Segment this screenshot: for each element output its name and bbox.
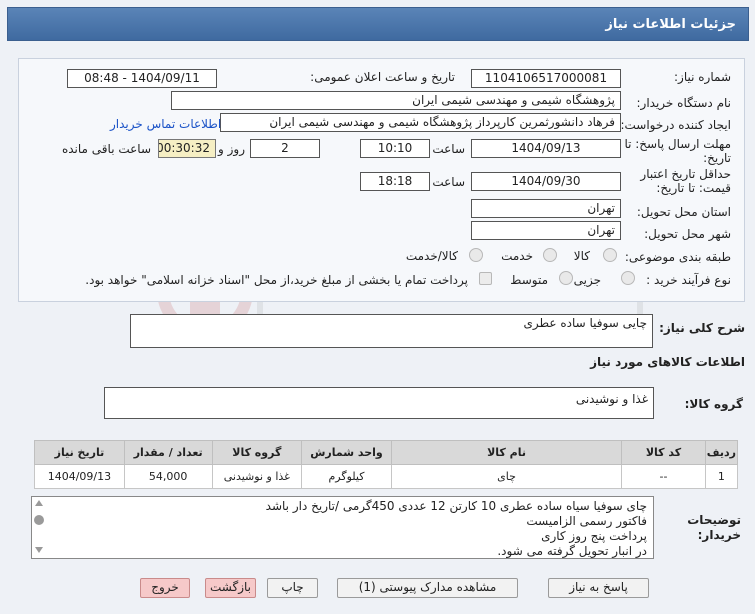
exit-button[interactable]: خروج [140,578,190,598]
cell-name: چای [390,464,623,489]
cell-group: غذا و نوشیدنی [211,464,303,489]
back-button[interactable]: بازگشت [205,578,256,598]
category-label: طبقه بندی موضوعی: [624,250,731,264]
category-radio-goods-service[interactable] [469,248,483,262]
col-header-row: ردیف [704,440,739,465]
province-field: تهران [471,199,621,218]
cell-unit: کیلوگرم [301,464,392,489]
need-number-label: شماره نیاز: [674,70,731,84]
province-label: استان محل تحویل: [636,205,731,219]
need-number-field: 1104106517000081 [471,69,621,88]
process-radio-medium[interactable] [559,271,573,285]
reply-deadline-label: مهلت ارسال پاسخ: تا [624,137,731,151]
scroll-up-icon[interactable] [35,500,43,506]
table-header-row: ردیف کد کالا نام کالا واحد شمارش گروه کا… [34,440,739,465]
buyer-notes-box[interactable]: چای سوفیا سیاه ساده عطری 10 کارتن 12 عدد… [31,496,654,559]
goods-table: ردیف کد کالا نام کالا واحد شمارش گروه کا… [34,440,739,489]
print-button[interactable]: چاپ [267,578,318,598]
validity-date-field: 1404/09/30 [471,172,621,191]
col-header-date: تاریخ نیاز [34,440,125,465]
reply-time-label: ساعت [432,142,465,156]
treasury-payment-checkbox[interactable] [479,272,492,285]
need-summary-field: چایی سوفیا ساده عطری [130,314,653,348]
col-header-group: گروه کالا [211,440,303,465]
process-option-minor: جزیی [573,273,601,287]
validity-time-label: ساعت [432,175,465,189]
buyer-contact-link[interactable]: اطلاعات تماس خریدار [110,117,221,131]
buyer-notes-label: توضیحات [687,513,741,527]
process-type-label: نوع فرآیند خرید : [646,273,731,287]
reply-time-field: 10:10 [360,139,430,158]
remaining-time-field: 00:30:32 [158,139,216,158]
category-option-service: خدمت [501,249,533,263]
goods-group-field: غذا و نوشیدنی [104,387,654,419]
need-summary-label: شرح کلی نیاز: [659,321,745,335]
process-option-medium: متوسط [510,273,548,287]
city-label: شهر محل تحویل: [644,227,731,241]
col-header-name: نام کالا [390,440,623,465]
price-validity-label-2: قیمت: تا تاریخ: [656,181,731,195]
treasury-payment-note: پرداخت تمام یا بخشی از مبلغ خرید،از محل … [85,273,468,287]
creator-label: ایجاد کننده درخواست: [620,118,731,132]
table-row: 1 -- چای کیلوگرم غذا و نوشیدنی 54,000 14… [34,464,739,489]
buyer-field: پژوهشگاه شیمی و مهندسی شیمی ایران [171,91,621,110]
col-header-unit: واحد شمارش [301,440,392,465]
scroll-thumb[interactable] [34,515,44,525]
category-radio-goods[interactable] [603,248,617,262]
page-title: جزئیات اطلاعات نیاز [605,17,736,32]
view-attachments-button[interactable]: مشاهده مدارک پیوستی (1) [337,578,518,598]
reply-to-need-button[interactable]: پاسخ به نیاز [548,578,649,598]
validity-time-field: 18:18 [360,172,430,191]
cell-quantity: 54,000 [123,464,213,489]
notes-line: فاکتور رسمی الزامیست [526,514,647,528]
process-radio-minor[interactable] [621,271,635,285]
creator-field: فرهاد دانشورثمرین کارپرداز پژوهشگاه شیمی… [220,113,621,132]
price-validity-label: حداقل تاریخ اعتبار [640,167,731,181]
days-label: روز و [218,142,245,156]
notes-line: چای سوفیا سیاه ساده عطری 10 کارتن 12 عدد… [265,499,647,513]
announce-label: تاریخ و ساعت اعلان عمومی: [310,70,455,84]
col-header-quantity: تعداد / مقدار [123,440,213,465]
scroll-down-icon[interactable] [35,547,43,553]
cell-code: -- [621,464,706,489]
city-field: تهران [471,221,621,240]
reply-date-field: 1404/09/13 [471,139,621,158]
notes-scrollbar[interactable] [33,498,45,557]
buyer-notes-label-2: خریدار: [697,528,741,542]
goods-group-label: گروه کالا: [684,397,743,411]
notes-line: پرداخت پنج روز کاری [541,529,647,543]
remaining-time-label: ساعت باقی مانده [61,142,151,156]
reply-deadline-label-2: تاریخ: [703,151,731,165]
notes-line: در انبار تحویل گرفته می شود. [497,544,647,558]
days-field: 2 [250,139,320,158]
buyer-label: نام دستگاه خریدار: [636,96,732,110]
category-option-goods: کالا [573,249,590,263]
cell-date: 1404/09/13 [34,464,125,489]
goods-info-title: اطلاعات کالاهای مورد نیاز [590,355,745,369]
page-header: جزئیات اطلاعات نیاز [7,7,749,41]
cell-row-number: 1 [704,464,739,489]
category-radio-service[interactable] [543,248,557,262]
col-header-code: کد کالا [621,440,706,465]
announce-datetime-field: 1404/09/11 - 08:48 [67,69,217,88]
category-option-goods-service: کالا/خدمت [405,249,458,263]
